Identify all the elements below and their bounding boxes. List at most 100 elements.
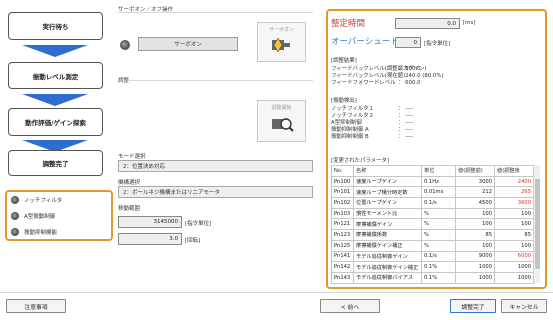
table-cell: 100 bbox=[494, 207, 534, 220]
mode-value: 2：位置決め対応 bbox=[118, 160, 313, 172]
indicator-icon bbox=[11, 196, 19, 204]
revolution-unit: [回転] bbox=[185, 238, 201, 244]
table-cell: 9000 bbox=[455, 250, 495, 263]
column-header[interactable]: 値(調整前) bbox=[455, 165, 495, 177]
option-a-type-control: A型振動制御 bbox=[11, 212, 55, 220]
servo-on-button[interactable]: サーボオン bbox=[257, 22, 306, 62]
table-row[interactable]: Pn123 摩擦補償係数% 85 85 bbox=[331, 229, 534, 241]
table-cell: モデル追従制御ゲイン補正 bbox=[353, 261, 422, 273]
column-header[interactable]: 単位 bbox=[421, 165, 456, 177]
cancel-button[interactable]: キャンセル bbox=[501, 299, 547, 313]
table-cell: 100 bbox=[455, 207, 495, 220]
table-cell: 位置ループゲイン bbox=[353, 197, 422, 209]
table-cell: 6000 bbox=[494, 250, 534, 263]
changed-params-table: No. 名称 単位 値(調整前) 値(調整後 Pn100 速度ループゲイン 0.1H… bbox=[331, 165, 534, 284]
table-cell: Pn123 bbox=[331, 229, 354, 241]
result-label: フィードフォワードレベル bbox=[331, 80, 396, 86]
option-notch-filter: ノッチフィルタ bbox=[11, 196, 62, 204]
table-cell: 速度ループ積分時定数 bbox=[353, 186, 422, 199]
column-header[interactable]: No. bbox=[331, 165, 354, 177]
table-header-row: No. 名称 単位 値(調整前) 値(調整後 bbox=[331, 165, 534, 177]
table-row[interactable]: Pn141 モデル追従制御ゲイン 0.1/s 9000 6000 bbox=[331, 250, 534, 263]
table-cell: 212 bbox=[455, 186, 495, 199]
mode-label: モード選択 bbox=[118, 154, 146, 160]
adjust-start-button[interactable]: 調整開始 bbox=[257, 100, 306, 142]
servo-on-label: サーボオン bbox=[268, 27, 294, 33]
table-cell: モデル追従制御バイアス bbox=[353, 271, 422, 284]
table-row[interactable]: Pn101 速度ループ積分時定数 0.01ms 212 265 bbox=[331, 186, 534, 199]
column-header[interactable]: 名称 bbox=[353, 165, 422, 177]
step-waiting: 実行待ち bbox=[8, 12, 103, 40]
result-value: ： 600.0 bbox=[398, 80, 421, 86]
table-row[interactable]: Pn121 摩擦補償ゲイン% 100 100 bbox=[331, 218, 534, 231]
table-cell: % bbox=[421, 218, 456, 231]
table-cell: Pn142 bbox=[331, 261, 354, 273]
table-row[interactable]: Pn142 モデル追従制御ゲイン補正 0.1% 1000 1000 bbox=[331, 261, 534, 273]
range-input[interactable]: 3145000 bbox=[118, 216, 182, 228]
magnifier-motor-icon bbox=[271, 118, 294, 132]
range-label: 移動範囲 bbox=[118, 206, 141, 212]
step-complete: 調整完了 bbox=[8, 150, 103, 176]
table-cell: 3000 bbox=[455, 175, 495, 188]
table-cell: 慣性モーメント比 bbox=[353, 207, 422, 220]
table-row[interactable]: Pn102 位置ループゲイン 0.1/s 4500 3600 bbox=[331, 197, 534, 209]
step-vibration-measure: 振動レベル測定 bbox=[8, 62, 103, 89]
column-header[interactable]: 値(調整後 bbox=[494, 165, 534, 177]
results-title: [調整結果] bbox=[331, 58, 357, 64]
table-cell: 100 bbox=[494, 218, 534, 231]
adjust-section-divider bbox=[128, 80, 313, 81]
notes-button[interactable]: 注意事項 bbox=[6, 299, 66, 313]
table-cell: 摩擦補償係数 bbox=[353, 229, 422, 241]
scrollbar-thumb[interactable] bbox=[535, 179, 540, 269]
mechanism-value: 2：ボールネジ機構またはリニアモータ bbox=[118, 186, 313, 198]
prev-button[interactable]: < 前へ bbox=[320, 299, 380, 313]
table-cell: モデル追従制御ゲイン bbox=[353, 250, 422, 263]
table-cell: 85 bbox=[455, 229, 495, 241]
table-cell: 0.1Hz bbox=[421, 175, 456, 188]
table-cell: 3600 bbox=[494, 197, 534, 209]
table-cell: 1000 bbox=[494, 271, 534, 284]
table-cell: Pn103 bbox=[331, 207, 354, 220]
table-cell: 100 bbox=[494, 239, 534, 252]
table-scrollbar[interactable] bbox=[533, 165, 540, 283]
table-cell: 100 bbox=[455, 218, 495, 231]
overshoot-value: 0 bbox=[395, 37, 421, 48]
table-cell: 0.1% bbox=[421, 261, 456, 273]
settling-time-label: 整定時間 bbox=[331, 19, 366, 29]
table-cell: 265 bbox=[494, 186, 534, 199]
option-label: ノッチフィルタ bbox=[24, 198, 63, 204]
table-cell: % bbox=[421, 229, 456, 241]
table-row[interactable]: Pn125 摩擦補償ゲイン補正% 100 100 bbox=[331, 239, 534, 252]
revolution-value: 3.0 bbox=[118, 233, 182, 245]
table-row[interactable]: Pn143 モデル追従制御バイアス 0.1% 1000 1000 bbox=[331, 271, 534, 284]
table-row[interactable]: Pn100 速度ループゲイン 0.1Hz 3000 2400 bbox=[331, 175, 534, 188]
overshoot-unit: [指令単位] bbox=[424, 41, 451, 47]
servo-section-divider bbox=[118, 12, 313, 13]
table-cell: Pn125 bbox=[331, 239, 354, 252]
settling-time-unit: [ms] bbox=[463, 20, 476, 26]
flow-arrow-1 bbox=[22, 45, 88, 57]
overshoot-label: オーバーシュート bbox=[331, 37, 399, 47]
table-cell: 摩擦補償ゲイン bbox=[353, 218, 422, 231]
mechanism-label: 機構選択 bbox=[118, 180, 141, 186]
table-cell: Pn143 bbox=[331, 271, 354, 284]
step-gain-search: 動作評価/ゲイン探索 bbox=[8, 108, 103, 136]
detect-title: [振動検出] bbox=[331, 98, 357, 104]
table-cell: 100 bbox=[455, 239, 495, 252]
table-cell: Pn141 bbox=[331, 250, 354, 263]
footer-divider bbox=[0, 292, 553, 293]
option-label: A型振動制御 bbox=[24, 214, 56, 220]
table-cell: 1000 bbox=[494, 261, 534, 273]
table-cell: 摩擦補償ゲイン補正 bbox=[353, 239, 422, 252]
table-cell: 0.1% bbox=[421, 271, 456, 284]
option-vibration-suppression: 振動抑制機能 bbox=[11, 228, 57, 236]
table-cell: % bbox=[421, 207, 456, 220]
option-label: 振動抑制機能 bbox=[24, 230, 58, 236]
servo-status-button: サーボオン bbox=[138, 37, 238, 51]
table-row[interactable]: Pn103 慣性モーメント比% 100 100 bbox=[331, 207, 534, 220]
complete-button[interactable]: 調整完了 bbox=[450, 299, 496, 313]
table-cell: 2400 bbox=[494, 175, 534, 188]
table-cell: 0.1/s bbox=[421, 197, 456, 209]
flow-arrow-2 bbox=[22, 94, 88, 106]
indicator-icon bbox=[11, 212, 19, 220]
